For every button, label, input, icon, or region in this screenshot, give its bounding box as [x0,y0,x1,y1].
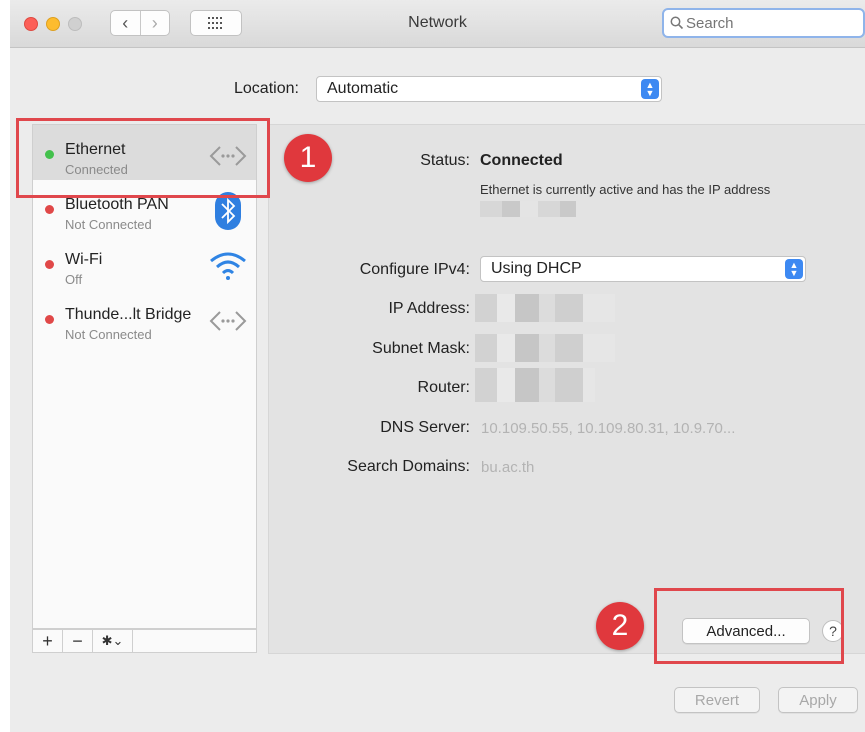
service-name: Thunde...lt Bridge [65,306,192,323]
dropdown-stepper-icon: ▲ ▼ [785,259,803,279]
redacted-subnet-mask [475,334,615,362]
search-icon [670,16,684,30]
service-status: Off [65,272,83,287]
gear-menu-button[interactable]: ✱⌄ [93,630,133,652]
service-item-wifi[interactable]: Wi-Fi Off [33,235,256,290]
network-preferences-window: ‹ › Network Location: Automatic ▲▼ [10,0,865,732]
status-dot-red [45,205,54,214]
configure-ipv4-label: Configure IPv4: [359,261,470,278]
search-input[interactable] [686,14,846,32]
location-dropdown[interactable]: Automatic ▲ ▼ [316,76,662,102]
search-domains-value: bu.ac.th [481,459,535,476]
search-domains-label: Search Domains: [347,458,470,475]
service-list: Ethernet Connected Bluetooth PAN Not Con… [32,124,257,629]
annotation-step-2: 2 [596,602,644,650]
subnet-mask-label: Subnet Mask: [372,340,470,357]
service-list-toolbar: + − ✱⌄ [32,629,257,653]
configure-ipv4-dropdown[interactable]: Using DHCP ▲ ▼ [480,256,806,282]
annotation-box-advanced [654,588,844,664]
dns-server-label: DNS Server: [380,419,470,436]
ip-address-label: IP Address: [388,300,470,317]
dns-server-value: 10.109.50.55, 10.109.80.31, 10.9.70... [481,420,736,437]
add-service-button[interactable]: + [33,630,63,652]
redacted-ip-address [475,294,615,322]
revert-button[interactable]: Revert [674,687,760,713]
bluetooth-icon [208,192,248,230]
service-name: Wi-Fi [65,251,103,268]
search-field[interactable] [662,8,865,38]
status-value: Connected [480,152,563,169]
service-name: Bluetooth PAN [65,196,169,213]
location-label: Location: [234,80,299,97]
service-item-thunderbolt-bridge[interactable]: Thunde...lt Bridge Not Connected [33,290,256,345]
annotation-step-1: 1 [284,134,332,182]
service-status: Not Connected [65,217,152,232]
service-status: Not Connected [65,327,152,342]
dropdown-stepper-icon: ▲ ▼ [641,79,659,99]
title-bar: ‹ › Network [10,0,865,48]
annotation-box-ethernet [16,118,270,198]
router-label: Router: [417,379,470,396]
status-description: Ethernet is currently active and has the… [480,181,800,217]
redacted-router [475,368,595,402]
wifi-icon [208,249,248,283]
apply-button[interactable]: Apply [778,687,858,713]
ethernet-arrows-icon [208,304,248,338]
status-description-text: Ethernet is currently active and has the… [480,182,771,197]
remove-service-button[interactable]: − [63,630,93,652]
status-dot-red [45,315,54,324]
redacted-ip [480,200,576,217]
status-dot-red [45,260,54,269]
configure-ipv4-value: Using DHCP [491,260,582,277]
location-value: Automatic [327,80,399,97]
